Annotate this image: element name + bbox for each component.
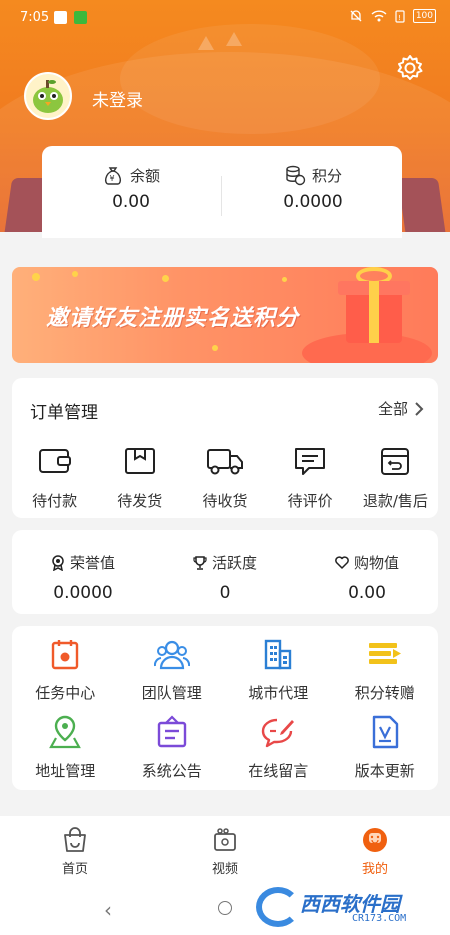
- honor-stat[interactable]: 荣誉值 0.0000: [12, 552, 154, 603]
- order-card: 订单管理 全部 待付款 待发货 待收货 待评价 退款/售后: [12, 378, 438, 518]
- notice-icon: [157, 715, 186, 748]
- service-task-center[interactable]: 任务中心: [12, 636, 119, 703]
- invite-banner[interactable]: 邀请好友注册实名送积分: [12, 267, 438, 363]
- order-title: 订单管理: [30, 403, 98, 423]
- services-row-2: 地址管理 系统公告 在线留言 版本更新: [12, 714, 438, 781]
- order-item-to-ship[interactable]: 待发货: [97, 444, 182, 511]
- service-online-message[interactable]: 在线留言: [225, 714, 332, 781]
- medal-icon: [52, 554, 64, 571]
- team-icon: [153, 640, 190, 670]
- tree-decoration: [198, 36, 214, 50]
- order-all-link[interactable]: 全部: [378, 398, 424, 419]
- truck-icon: [206, 449, 243, 475]
- order-item-to-receive[interactable]: 待收货: [182, 444, 267, 511]
- shopping-value: 0.00: [348, 583, 386, 603]
- wifi-icon: [371, 10, 387, 22]
- box-icon: [124, 448, 155, 474]
- calendar-icon: [52, 640, 79, 670]
- service-city-agent[interactable]: 城市代理: [225, 636, 332, 703]
- order-item-unpaid[interactable]: 待付款: [12, 444, 97, 511]
- order-item-to-review[interactable]: 待评价: [268, 444, 353, 511]
- services-row-1: 任务中心 团队管理 城市代理 积分转赠: [12, 636, 438, 703]
- home-circle-icon[interactable]: [218, 901, 232, 915]
- smile-icon: [363, 828, 387, 852]
- svg-text:!: !: [398, 14, 401, 22]
- heart-icon: [335, 556, 349, 569]
- tab-mine[interactable]: 我的: [300, 816, 450, 882]
- svg-text:¥: ¥: [109, 174, 114, 183]
- service-points-transfer[interactable]: 积分转赠: [332, 636, 439, 703]
- shopping-stat[interactable]: 购物值 0.00: [296, 552, 438, 603]
- service-version-update[interactable]: 版本更新: [332, 714, 439, 781]
- document-icon: [372, 715, 398, 749]
- balance-card: ¥ 余额 0.00 积分 0.0000: [42, 146, 402, 238]
- message-icon: [262, 718, 295, 748]
- points-column[interactable]: 积分 0.0000: [228, 164, 398, 212]
- mute-bell-icon: [350, 10, 362, 22]
- order-all-label: 全部: [377, 400, 408, 418]
- points-label: 积分: [311, 166, 342, 185]
- service-system-notice[interactable]: 系统公告: [119, 714, 226, 781]
- video-icon: [214, 828, 236, 851]
- username-label[interactable]: 未登录: [92, 86, 143, 111]
- order-status-row: 待付款 待发货 待收货 待评价 退款/售后: [12, 444, 438, 511]
- app-notification-icon: [74, 11, 87, 24]
- balance-column[interactable]: ¥ 余额 0.00: [46, 164, 216, 212]
- stats-card: 荣誉值 0.0000 活跃度 0 购物值 0.00: [12, 530, 438, 614]
- bag-icon: [64, 827, 86, 852]
- tab-video[interactable]: 视频: [150, 816, 300, 882]
- points-value: 0.0000: [283, 192, 343, 212]
- avatar-bird-icon: [33, 80, 63, 113]
- wallet-icon: [38, 449, 71, 473]
- qq-icon: [54, 11, 67, 24]
- order-item-refund[interactable]: 退款/售后: [353, 444, 438, 511]
- chevron-right-icon: [415, 401, 424, 416]
- balance-value: 0.00: [112, 192, 150, 212]
- transfer-icon: [368, 643, 401, 664]
- watermark-url: CR173.COM: [352, 913, 407, 924]
- money-bag-icon: ¥: [104, 167, 122, 185]
- sim-icon: !: [395, 9, 405, 23]
- comment-icon: [295, 448, 326, 475]
- service-team-management[interactable]: 团队管理: [119, 636, 226, 703]
- banner-text: 邀请好友注册实名送积分: [46, 306, 300, 331]
- activity-value: 0: [219, 583, 231, 603]
- status-bar: 7:05 ! 100: [0, 0, 450, 36]
- bottom-tab-bar: 首页 视频 我的: [0, 816, 450, 882]
- honor-value: 0.0000: [53, 583, 113, 603]
- avatar[interactable]: [24, 72, 72, 120]
- balance-label: 余额: [129, 166, 160, 185]
- coins-icon: [286, 165, 306, 186]
- activity-stat[interactable]: 活跃度 0: [154, 552, 296, 603]
- trophy-icon: [193, 555, 207, 570]
- watermark: 西西软件园 CR173.COM: [252, 885, 444, 931]
- building-icon: [265, 639, 292, 670]
- tab-home[interactable]: 首页: [0, 816, 150, 882]
- battery-icon: 100: [412, 9, 436, 23]
- back-icon[interactable]: ‹: [104, 898, 112, 922]
- services-card: 任务中心 团队管理 城市代理 积分转赠 地址管理 系统公告 在线留言 版本更新: [12, 626, 438, 790]
- divider: [221, 176, 222, 216]
- location-icon: [49, 715, 82, 749]
- settings-gear-icon[interactable]: [396, 54, 424, 82]
- service-address-management[interactable]: 地址管理: [12, 714, 119, 781]
- status-time: 7:05: [20, 10, 50, 25]
- refund-icon: [381, 448, 410, 475]
